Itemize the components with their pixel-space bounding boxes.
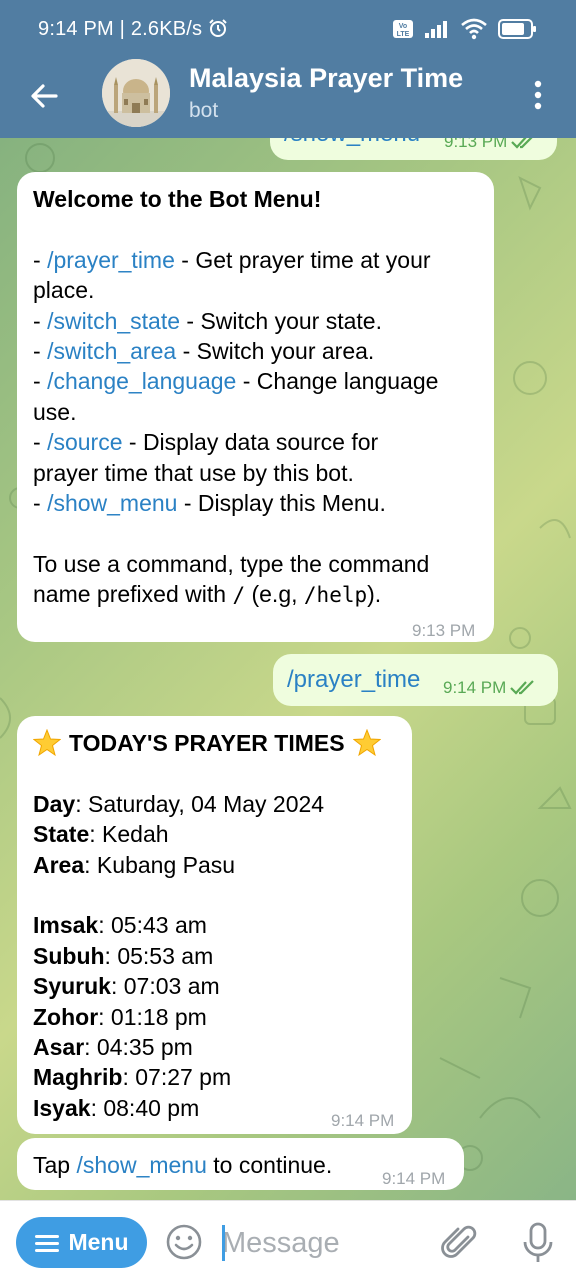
microphone-icon[interactable] <box>520 1221 556 1265</box>
message-time: 9:14 PM <box>331 1111 395 1130</box>
status-bar: 9:14 PM | 2.6KB/s Vo LTE <box>0 0 576 64</box>
prayer-row: Syuruk: 07:03 am <box>33 973 220 1000</box>
hamburger-icon <box>35 1234 60 1252</box>
paperclip-icon[interactable] <box>440 1223 480 1263</box>
battery-icon <box>498 19 536 39</box>
command-link[interactable]: /show_menu <box>76 1152 206 1178</box>
menu-item: - /change_language - Change language <box>33 368 439 395</box>
prayer-row: Subuh: 05:53 am <box>33 942 214 969</box>
incoming-message[interactable]: TODAY'S PRAYER TIMES Day: Saturday, 04 M… <box>17 716 412 1134</box>
command-link[interactable]: /change_language <box>47 368 236 394</box>
alarm-icon <box>209 19 227 37</box>
volte-icon: Vo LTE <box>393 20 413 38</box>
prayer-row: Asar: 04:35 pm <box>33 1034 193 1061</box>
menu-item: - /switch_state - Switch your state. <box>33 307 382 334</box>
prayer-row: Maghrib: 07:27 pm <box>33 1064 232 1091</box>
outgoing-message[interactable]: /show_menu 9:13 PM <box>270 138 557 160</box>
info-row: Area: Kubang Pasu <box>33 851 236 878</box>
more-vert-icon[interactable] <box>528 80 548 110</box>
chat-subtitle: bot <box>189 99 219 122</box>
outgoing-message[interactable]: /prayer_time 9:14 PM <box>273 654 558 706</box>
wifi-icon <box>461 18 487 40</box>
chat-title[interactable]: Malaysia Prayer Time <box>189 63 463 94</box>
mosque-icon <box>102 59 170 127</box>
back-arrow-icon[interactable] <box>26 78 62 114</box>
command-link[interactable]: /switch_area <box>47 338 176 364</box>
prayer-row: Isyak: 08:40 pm <box>33 1094 200 1121</box>
prayer-row: Zohor: 01:18 pm <box>33 1003 207 1030</box>
bot-avatar[interactable] <box>102 59 170 127</box>
star-emoji-icon <box>33 729 61 757</box>
message-time: 9:14 PM <box>443 678 507 697</box>
prayer-heading: TODAY'S PRAYER TIMES <box>69 730 345 756</box>
text-cursor <box>222 1225 225 1261</box>
info-row: Day: Saturday, 04 May 2024 <box>33 790 325 817</box>
menu-heading: Welcome to the Bot Menu! <box>33 186 322 212</box>
message-input-bar: Menu Message <box>0 1200 576 1281</box>
info-row: State: Kedah <box>33 821 169 848</box>
chat-header: Malaysia Prayer Time bot <box>0 59 576 138</box>
double-check-icon <box>511 138 533 149</box>
signal-icon <box>425 21 447 38</box>
command-link[interactable]: /switch_state <box>47 308 180 334</box>
incoming-message[interactable]: Welcome to the Bot Menu! - /prayer_time … <box>17 172 494 642</box>
network-speed: 2.6KB/s <box>130 18 203 40</box>
menu-button[interactable]: Menu <box>16 1217 147 1268</box>
command-link[interactable]: /show_menu <box>47 490 177 516</box>
message-time: 9:13 PM <box>444 138 508 151</box>
message-time: 9:14 PM <box>382 1169 446 1188</box>
command-link[interactable]: /prayer_time <box>47 247 175 273</box>
svg-text:LTE: LTE <box>397 31 410 38</box>
command-link[interactable]: /source <box>47 429 122 455</box>
prayer-row: Imsak: 05:43 am <box>33 912 207 939</box>
emoji-icon[interactable] <box>165 1223 203 1261</box>
menu-button-label: Menu <box>68 1229 129 1255</box>
menu-item: - /prayer_time - Get prayer time at your <box>33 246 431 273</box>
svg-text:Vo: Vo <box>399 23 407 30</box>
message-text[interactable]: /prayer_time <box>287 666 420 694</box>
incoming-message[interactable]: Tap /show_menu to continue. 9:14 PM <box>17 1138 464 1190</box>
message-input[interactable]: Message <box>222 1227 340 1260</box>
menu-item: - /source - Display data source for <box>33 429 379 456</box>
menu-item: - /show_menu - Display this Menu. <box>33 490 386 517</box>
menu-item: - /switch_area - Switch your area. <box>33 338 375 365</box>
star-emoji-icon <box>352 729 381 757</box>
message-time: 9:13 PM <box>412 621 476 640</box>
message-text[interactable]: /show_menu <box>284 138 420 148</box>
chat-area[interactable]: /show_menu 9:13 PM Welcome to the Bot Me… <box>0 138 576 1200</box>
double-check-icon <box>510 680 535 695</box>
status-time: 9:14 PM <box>38 18 114 40</box>
